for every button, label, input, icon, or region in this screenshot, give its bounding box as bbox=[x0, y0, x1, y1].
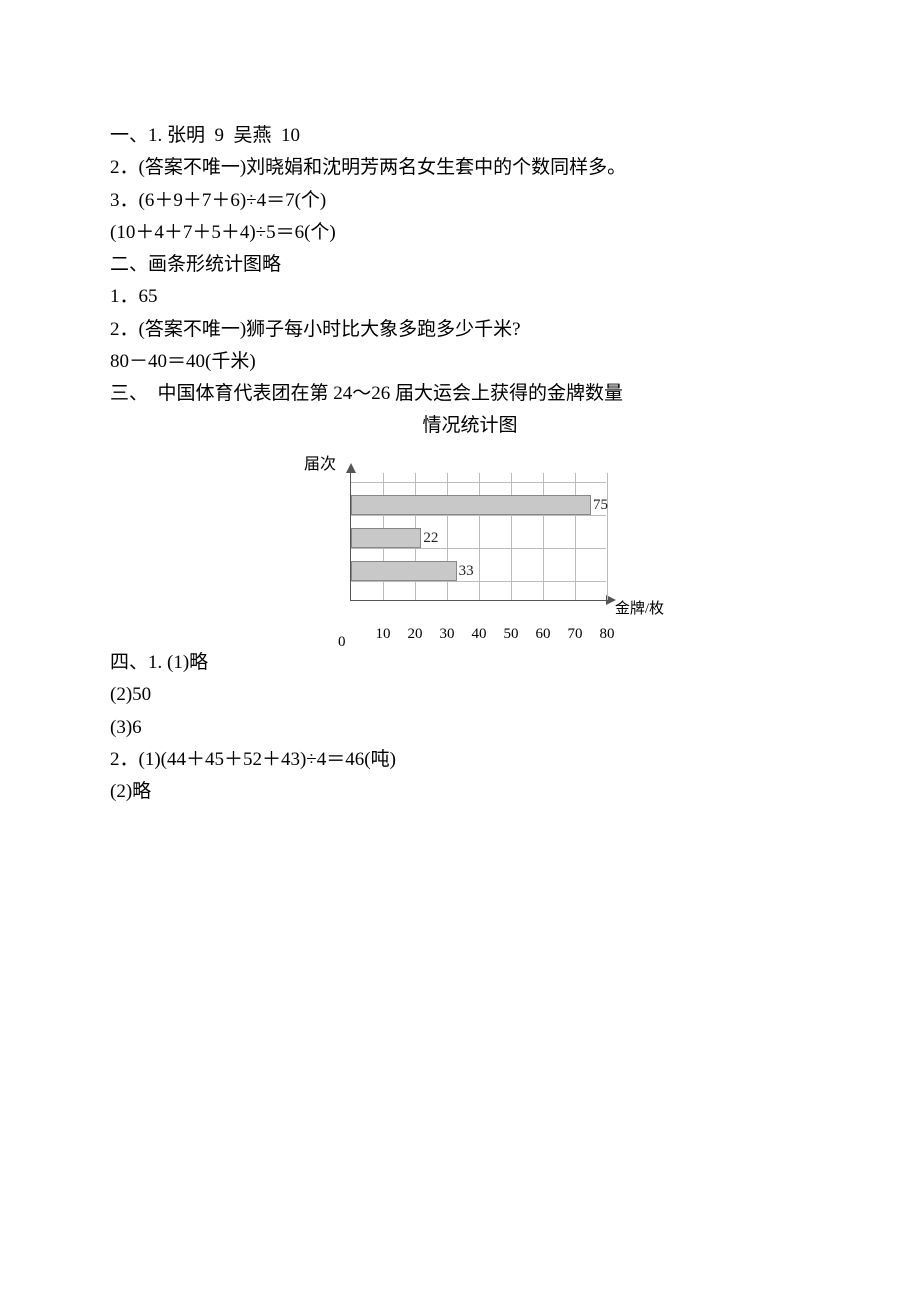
x-tick-5: 50 bbox=[504, 622, 519, 648]
ans-2-2: 2．(答案不唯一)狮子每小时比大象多跑多少千米? bbox=[110, 314, 830, 346]
ans-1-2: 2．(答案不唯一)刘晓娟和沈明芳两名女生套中的个数同样多。 bbox=[110, 152, 830, 184]
bar-26 bbox=[351, 495, 591, 515]
ans-4-1-3: (3)6 bbox=[110, 712, 830, 744]
y-axis-label: 届次 bbox=[304, 451, 336, 478]
chart-title-line2: 情况统计图 bbox=[110, 411, 830, 441]
ans-2-head: 二、画条形统计图略 bbox=[110, 249, 830, 281]
x-tick-1: 10 bbox=[376, 622, 391, 648]
ans-4-1-1: 四、1. (1)略 bbox=[110, 647, 830, 679]
bar-24 bbox=[351, 561, 457, 581]
ans-3-head: 三、 中国体育代表团在第 24～26 届大运会上获得的金牌数量 bbox=[110, 378, 830, 410]
bar-26-value: 75 bbox=[593, 495, 608, 515]
x-tick-8: 80 bbox=[600, 622, 615, 648]
ans-1-1: 一、1. 张明 9 吴燕 10 bbox=[110, 120, 830, 152]
bar-25-value: 22 bbox=[423, 528, 438, 548]
ans-2-2b: 80－40＝40(千米) bbox=[110, 346, 830, 378]
x-tick-4: 40 bbox=[472, 622, 487, 648]
x-tick-0: 0 bbox=[338, 630, 346, 656]
x-axis-label: 金牌/枚 bbox=[615, 597, 664, 623]
y-arrow-icon bbox=[346, 463, 356, 473]
x-tick-6: 60 bbox=[536, 622, 551, 648]
x-tick-7: 70 bbox=[568, 622, 583, 648]
bar-chart: 届次 第26届 第25届 第24届 0 75 22 33 bbox=[270, 453, 670, 633]
ans-4-2-1: 2．(1)(44＋45＋52＋43)÷4＝46(吨) bbox=[110, 744, 830, 776]
x-tick-2: 20 bbox=[408, 622, 423, 648]
ans-1-3b: (10＋4＋7＋5＋4)÷5＝6(个) bbox=[110, 217, 830, 249]
ans-4-2-2: (2)略 bbox=[110, 776, 830, 808]
bar-24-value: 33 bbox=[459, 561, 474, 581]
ans-1-3: 3．(6＋9＋7＋6)÷4＝7(个) bbox=[110, 185, 830, 217]
ans-2-1: 1．65 bbox=[110, 281, 830, 313]
bar-25 bbox=[351, 528, 421, 548]
plot-area: 75 22 33 10 20 30 40 50 60 70 80 金牌/枚 bbox=[350, 473, 606, 601]
ans-4-1-2: (2)50 bbox=[110, 679, 830, 711]
x-tick-3: 30 bbox=[440, 622, 455, 648]
